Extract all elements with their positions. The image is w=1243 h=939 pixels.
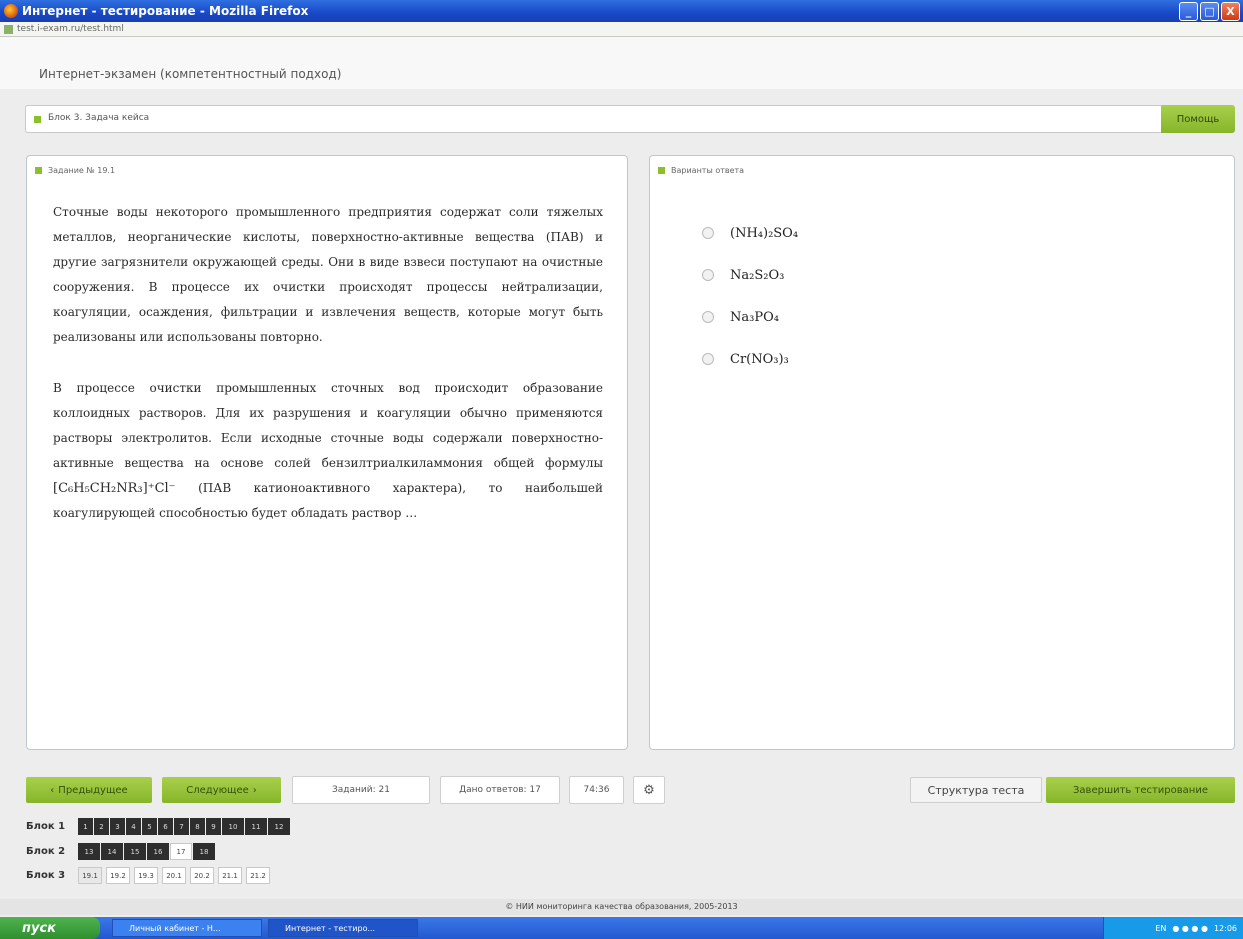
help-button[interactable]: Помощь <box>1161 105 1235 133</box>
test-structure-button[interactable]: Структура теста <box>910 777 1042 803</box>
radio-button[interactable] <box>702 311 714 323</box>
chevron-right-icon: › <box>252 784 257 796</box>
answered-count: Дано ответов: 17 <box>440 776 560 804</box>
bullet-square-icon <box>34 116 41 123</box>
question-cell[interactable]: 10 <box>222 818 244 835</box>
question-cell[interactable]: 11 <box>245 818 267 835</box>
block-header: Блок 3. Задача кейса Помощь <box>25 105 1235 133</box>
answer-label: Na₃PO₄ <box>730 309 779 325</box>
answers-header: Варианты ответа <box>671 166 745 175</box>
block1-row: Блок 1 1 2 3 4 5 6 7 8 9 10 11 12 <box>26 818 290 835</box>
radio-button[interactable] <box>702 227 714 239</box>
finish-test-button[interactable]: Завершить тестирование <box>1046 777 1235 803</box>
task-number: Задание № 19.1 <box>48 166 116 175</box>
bullet-square-icon <box>35 167 42 174</box>
question-cell[interactable]: 17 <box>170 843 192 860</box>
answer-option[interactable]: Na₃PO₄ <box>702 296 798 338</box>
browser-title-bar: Интернет - тестирование - Mozilla Firefo… <box>0 0 1243 22</box>
taskbar-item[interactable]: Интернет - тестиро... <box>268 919 418 937</box>
question-cell[interactable]: 3 <box>110 818 125 835</box>
question-cell[interactable]: 19.3 <box>134 867 158 884</box>
formula: [C₆H₅CH₂NR₃]⁺Cl⁻ <box>53 481 176 496</box>
chevron-left-icon: ‹ <box>50 784 55 796</box>
question-cell[interactable]: 18 <box>193 843 215 860</box>
question-cell[interactable]: 21.2 <box>246 867 270 884</box>
question-cell[interactable]: 6 <box>158 818 173 835</box>
maximize-button[interactable]: □ <box>1200 2 1219 21</box>
block3-row: Блок 3 19.1 19.2 19.3 20.1 20.2 21.1 21.… <box>26 867 270 884</box>
block2-row: Блок 2 13 14 15 16 17 18 <box>26 843 215 860</box>
question-cell[interactable]: 15 <box>124 843 146 860</box>
task-paragraph-2-start: В процессе очистки промышленных сточных … <box>53 381 603 470</box>
question-cell[interactable]: 20.1 <box>162 867 186 884</box>
question-cell[interactable]: 7 <box>174 818 189 835</box>
start-button[interactable]: пуск <box>0 917 100 939</box>
block2-label: Блок 2 <box>26 846 66 857</box>
app-title: Интернет-экзамен (компетентностный подхо… <box>39 67 342 81</box>
question-cell[interactable]: 19.2 <box>106 867 130 884</box>
copyright-footer: © НИИ мониторинга качества образования, … <box>0 899 1243 915</box>
tray-icons: ● ● ● ● <box>1172 923 1208 933</box>
question-cell[interactable]: 4 <box>126 818 141 835</box>
block-label: Блок 3. Задача кейса <box>48 113 150 123</box>
clock: 12:06 <box>1213 923 1237 933</box>
question-cell[interactable]: 2 <box>94 818 109 835</box>
answer-option[interactable]: Cr(NO₃)₃ <box>702 338 798 380</box>
address-bar[interactable]: test.i-exam.ru/test.html <box>0 22 1243 37</box>
question-cell[interactable]: 8 <box>190 818 205 835</box>
answers-panel: Варианты ответа (NH₄)₂SO₄ Na₂S₂O₃ Na₃PO₄… <box>649 155 1235 750</box>
radio-button[interactable] <box>702 353 714 365</box>
timer: 74:36 <box>569 776 624 804</box>
prev-button[interactable]: ‹ Предыдущее <box>26 777 152 803</box>
question-cell[interactable]: 1 <box>78 818 93 835</box>
block1-label: Блок 1 <box>26 821 66 832</box>
tasks-count: Заданий: 21 <box>292 776 430 804</box>
task-paragraph-1: Сточные воды некоторого промышленного пр… <box>53 205 603 344</box>
question-cell[interactable]: 20.2 <box>190 867 214 884</box>
task-text: Сточные воды некоторого промышленного пр… <box>53 200 603 552</box>
close-button[interactable]: X <box>1221 2 1240 21</box>
answer-label: (NH₄)₂SO₄ <box>730 225 799 241</box>
answer-label: Cr(NO₃)₃ <box>730 351 789 367</box>
settings-gear-icon[interactable]: ⚙ <box>633 776 665 804</box>
minimize-button[interactable]: _ <box>1179 2 1198 21</box>
question-cell[interactable]: 13 <box>78 843 100 860</box>
prev-label: Предыдущее <box>58 784 128 796</box>
answer-option[interactable]: Na₂S₂O₃ <box>702 254 798 296</box>
block3-label: Блок 3 <box>26 870 66 881</box>
question-cell[interactable]: 19.1 <box>78 867 102 884</box>
radio-button[interactable] <box>702 269 714 281</box>
question-cell[interactable]: 14 <box>101 843 123 860</box>
language-indicator[interactable]: EN <box>1155 924 1166 933</box>
firefox-icon <box>4 4 18 18</box>
question-cell[interactable]: 5 <box>142 818 157 835</box>
app-header: Интернет-экзамен (компетентностный подхо… <box>0 37 1243 89</box>
taskbar-item[interactable]: Личный кабинет - Н... <box>112 919 262 937</box>
windows-taskbar: пуск Личный кабинет - Н... Интернет - те… <box>0 917 1243 939</box>
task-panel: Задание № 19.1 Сточные воды некоторого п… <box>26 155 628 750</box>
question-cell[interactable]: 16 <box>147 843 169 860</box>
next-label: Следующее <box>186 784 249 796</box>
site-icon <box>4 24 13 34</box>
question-cell[interactable]: 12 <box>268 818 290 835</box>
task-paragraph-2: В процессе очистки промышленных сточных … <box>53 376 603 526</box>
answer-option[interactable]: (NH₄)₂SO₄ <box>702 212 798 254</box>
next-button[interactable]: Следующее › <box>162 777 281 803</box>
address-url: test.i-exam.ru/test.html <box>17 24 124 34</box>
question-cell[interactable]: 9 <box>206 818 221 835</box>
system-tray: EN ● ● ● ● 12:06 <box>1103 917 1243 939</box>
answer-label: Na₂S₂O₃ <box>730 267 785 283</box>
window-title: Интернет - тестирование - Mozilla Firefo… <box>22 4 309 18</box>
bullet-square-icon <box>658 167 665 174</box>
question-cell[interactable]: 21.1 <box>218 867 242 884</box>
